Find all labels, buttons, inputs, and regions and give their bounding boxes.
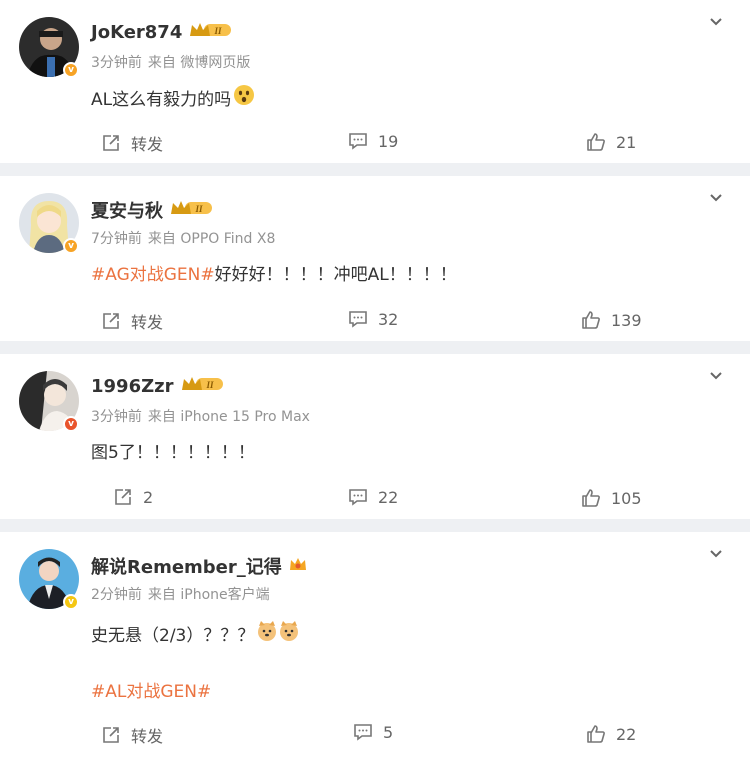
share-icon (103, 135, 119, 151)
repost-button[interactable]: 转发 (101, 309, 163, 333)
post-text-content: AL这么有毅力的吗 (91, 90, 232, 110)
repost-count: 2 (143, 487, 154, 507)
comment-button[interactable]: 32 (348, 309, 398, 329)
comment-count: 22 (378, 487, 399, 507)
post-text: AL这么有毅力的吗 (91, 84, 255, 111)
svg-text:II: II (214, 26, 223, 36)
post-time[interactable]: 7分钟前 (91, 231, 142, 247)
post-meta: 7分钟前 来自 OPPO Find X8 (91, 228, 275, 248)
repost-button[interactable]: 转发 (101, 723, 163, 747)
repost-label: 转发 (131, 727, 164, 746)
post-source: 来自 iPhone 15 Pro Max (147, 409, 310, 425)
post-source: 来自 微博网页版 (147, 55, 251, 71)
like-count: 22 (616, 724, 637, 744)
post-card: v 1996Zzr II 3分钟前 来自 iPhone 15 Pro Max 图5… (0, 354, 750, 519)
repost-button[interactable]: 转发 (101, 131, 163, 155)
like-button[interactable]: 105 (581, 488, 642, 508)
like-count: 21 (616, 132, 637, 152)
doge-emoji-icon (256, 620, 300, 647)
surprised-emoji-icon (233, 84, 255, 111)
post-time[interactable]: 2分钟前 (91, 587, 142, 603)
level-badge-icon: II (180, 375, 224, 398)
svg-text:II: II (194, 204, 203, 214)
thumbs-up-icon (582, 311, 600, 329)
post-card: v JoKer874 II 3分钟前 来自 微博网页版 AL这么有毅力的吗 转发 … (0, 0, 750, 163)
post-text: 图5了！！！！！！！ (91, 438, 255, 463)
chevron-down-icon[interactable] (708, 368, 724, 384)
post-time[interactable]: 3分钟前 (91, 409, 142, 425)
username[interactable]: 1996Zzr (91, 376, 174, 397)
comment-count: 32 (378, 309, 399, 329)
share-icon (103, 313, 119, 329)
comment-icon (349, 133, 367, 150)
crown-badge-icon (288, 555, 308, 578)
post-time[interactable]: 3分钟前 (91, 55, 142, 71)
post-card: v 解说Remember_记得 2分钟前 来自 iPhone客户端 史无悬（2/3… (0, 532, 750, 757)
like-button[interactable]: 22 (586, 724, 636, 744)
comment-icon (349, 489, 367, 506)
post-meta: 2分钟前 来自 iPhone客户端 (91, 584, 270, 604)
repost-label: 转发 (131, 313, 164, 332)
level-badge-icon: II (169, 199, 213, 222)
repost-label: 转发 (131, 135, 164, 154)
post-text-content: 图5了！！！！！！！ (91, 443, 255, 463)
post-text-content: 史无悬（2/3）？？？ (91, 626, 255, 646)
topic-link[interactable]: #AG对战GEN# (91, 260, 215, 285)
verified-badge-icon: v (63, 594, 79, 610)
comment-button[interactable]: 19 (348, 131, 398, 151)
post-source: 来自 iPhone客户端 (147, 587, 270, 603)
post-meta: 3分钟前 来自 iPhone 15 Pro Max (91, 406, 310, 426)
level-badge-icon: II (188, 21, 232, 44)
like-count: 105 (611, 488, 642, 508)
thumbs-up-icon (587, 725, 605, 743)
comment-button[interactable]: 5 (353, 722, 393, 742)
comment-icon (354, 724, 372, 741)
post-source: 来自 OPPO Find X8 (147, 231, 276, 247)
post-text-content: 好好好！！！！冲吧AL！！！！ (214, 265, 457, 285)
chevron-down-icon[interactable] (708, 546, 724, 562)
username[interactable]: 夏安与秋 (91, 197, 163, 223)
thumbs-up-icon (582, 489, 600, 507)
post-topic: #AL对战GEN# (91, 677, 211, 702)
repost-button[interactable]: 2 (113, 487, 153, 507)
username[interactable]: 解说Remember_记得 (91, 553, 282, 579)
comment-button[interactable]: 22 (348, 487, 398, 507)
topic-link[interactable]: #AL对战GEN# (91, 677, 211, 702)
comment-icon (349, 311, 367, 328)
share-icon (103, 727, 119, 743)
post-text: 史无悬（2/3）？？？ (91, 620, 300, 647)
chevron-down-icon[interactable] (708, 14, 724, 30)
like-count: 139 (611, 310, 642, 330)
comment-count: 19 (378, 131, 399, 151)
chevron-down-icon[interactable] (708, 190, 724, 206)
svg-text:II: II (205, 380, 214, 390)
verified-badge-icon: v (63, 62, 79, 78)
share-icon (115, 489, 131, 505)
verified-badge-icon: v (63, 416, 79, 432)
post-text: #AG对战GEN# 好好好！！！！冲吧AL！！！！ (91, 260, 457, 285)
like-button[interactable]: 139 (581, 310, 642, 330)
post-meta: 3分钟前 来自 微博网页版 (91, 52, 250, 72)
username[interactable]: JoKer874 (91, 22, 182, 43)
verified-badge-icon: v (63, 238, 79, 254)
post-card: v 夏安与秋 II 7分钟前 来自 OPPO Find X8 #AG对战GEN# 好… (0, 176, 750, 341)
thumbs-up-icon (587, 133, 605, 151)
like-button[interactable]: 21 (586, 132, 636, 152)
comment-count: 5 (383, 722, 394, 742)
